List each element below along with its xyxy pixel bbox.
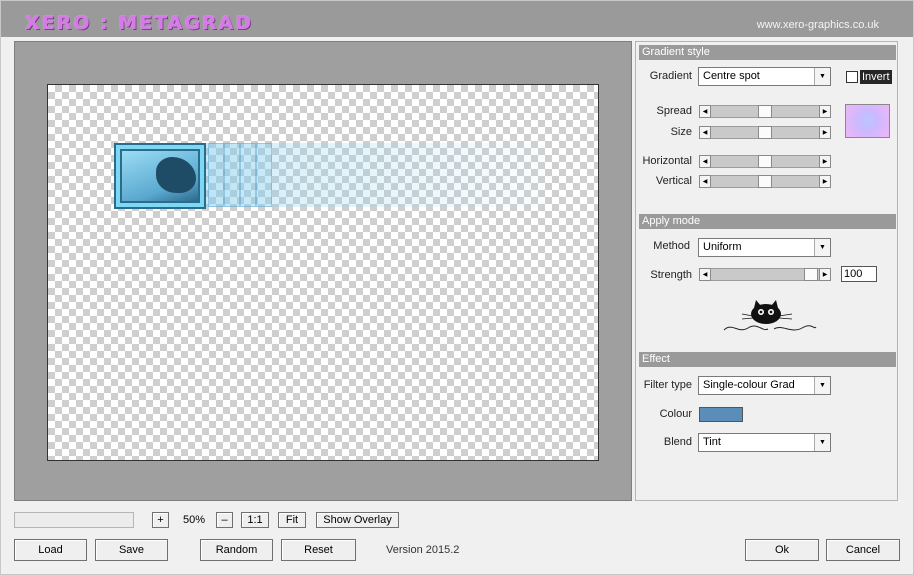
zoom-level: 50% (182, 514, 206, 526)
arrow-left-icon[interactable]: ◀ (699, 126, 711, 139)
filter-type-select-value: Single-colour Grad (703, 379, 795, 391)
colour-swatch[interactable] (699, 407, 743, 422)
cat-logo-icon (722, 300, 818, 334)
reset-button[interactable]: Reset (281, 539, 356, 561)
gradient-preview-swatch (845, 104, 890, 138)
save-button[interactable]: Save (95, 539, 168, 561)
vertical-label: Vertical (655, 175, 692, 187)
method-select-value: Uniform (703, 241, 742, 253)
gradient-label: Gradient (649, 70, 692, 82)
zoom-one-to-one-button[interactable]: 1:1 (241, 512, 269, 528)
image-shape (156, 157, 196, 193)
filter-type-select[interactable]: Single-colour Grad ▼ (698, 376, 831, 395)
blend-select[interactable]: Tint ▼ (698, 433, 831, 452)
arrow-right-icon[interactable]: ▶ (819, 126, 831, 139)
random-button[interactable]: Random (200, 539, 273, 561)
colour-label: Colour (659, 408, 692, 420)
spread-slider[interactable]: ◀ ▶ (699, 105, 831, 118)
apply-mode-header: Apply mode (639, 214, 896, 229)
arrow-right-icon[interactable]: ▶ (819, 175, 831, 188)
invert-label: Invert (860, 70, 892, 84)
preview-image-frame (114, 143, 206, 209)
chevron-down-icon: ▼ (814, 377, 830, 394)
spread-label: Spread (656, 105, 692, 117)
size-slider-thumb[interactable] (758, 126, 772, 139)
arrow-right-icon[interactable]: ▶ (819, 105, 831, 118)
title-bar: XERO : METAGRAD www.xero-graphics.co.uk (1, 1, 913, 37)
vertical-slider[interactable]: ◀ ▶ (699, 175, 831, 188)
metagrad-window: XERO : METAGRAD www.xero-graphics.co.uk … (0, 0, 914, 575)
arrow-left-icon[interactable]: ◀ (699, 105, 711, 118)
horizontal-slider[interactable]: ◀ ▶ (699, 155, 831, 168)
zoom-out-button[interactable]: – (216, 512, 233, 528)
frame-ghost (256, 143, 272, 207)
zoom-fit-button[interactable]: Fit (278, 512, 306, 528)
preview-panel (14, 41, 632, 501)
zoom-in-button[interactable]: + (152, 512, 169, 528)
preview-canvas[interactable] (47, 84, 599, 461)
spread-slider-thumb[interactable] (758, 105, 772, 118)
arrow-right-icon[interactable]: ▶ (819, 268, 831, 281)
invert-checkbox[interactable] (846, 71, 858, 83)
effect-header: Effect (639, 352, 896, 367)
chevron-down-icon: ▼ (814, 68, 830, 85)
preview-image (120, 149, 200, 203)
show-overlay-button[interactable]: Show Overlay (316, 512, 399, 528)
strength-input[interactable]: 100 (841, 266, 877, 282)
frame-ghost (208, 143, 224, 207)
horizontal-slider-thumb[interactable] (758, 155, 772, 168)
horizontal-label: Horizontal (642, 155, 692, 167)
method-label: Method (653, 240, 690, 252)
strength-slider-thumb[interactable] (804, 268, 818, 281)
filter-type-label: Filter type (643, 379, 692, 391)
load-button[interactable]: Load (14, 539, 87, 561)
arrow-left-icon[interactable]: ◀ (699, 155, 711, 168)
cancel-button[interactable]: Cancel (826, 539, 900, 561)
blend-label: Blend (663, 436, 692, 448)
arrow-left-icon[interactable]: ◀ (699, 175, 711, 188)
strength-slider[interactable]: ◀ ▶ (699, 268, 831, 281)
frame-ghost (224, 143, 240, 207)
arrow-right-icon[interactable]: ▶ (819, 155, 831, 168)
settings-panel: Gradient style Gradient Centre spot ▼ In… (635, 41, 898, 501)
vertical-slider-thumb[interactable] (758, 175, 772, 188)
gradient-select[interactable]: Centre spot ▼ (698, 67, 831, 86)
version-label: Version 2015.2 (386, 544, 460, 556)
ok-button[interactable]: Ok (745, 539, 819, 561)
progress-bar (14, 512, 134, 528)
gradient-select-value: Centre spot (703, 70, 760, 82)
arrow-left-icon[interactable]: ◀ (699, 268, 711, 281)
blend-select-value: Tint (703, 436, 721, 448)
app-logo: XERO : METAGRAD (25, 12, 254, 34)
frame-ghost (240, 143, 256, 207)
chevron-down-icon: ▼ (814, 239, 830, 256)
gradient-style-header: Gradient style (639, 45, 896, 60)
chevron-down-icon: ▼ (814, 434, 830, 451)
size-slider[interactable]: ◀ ▶ (699, 126, 831, 139)
website-link[interactable]: www.xero-graphics.co.uk (757, 19, 879, 31)
strength-label: Strength (650, 269, 692, 281)
size-label: Size (670, 126, 692, 138)
method-select[interactable]: Uniform ▼ (698, 238, 831, 257)
